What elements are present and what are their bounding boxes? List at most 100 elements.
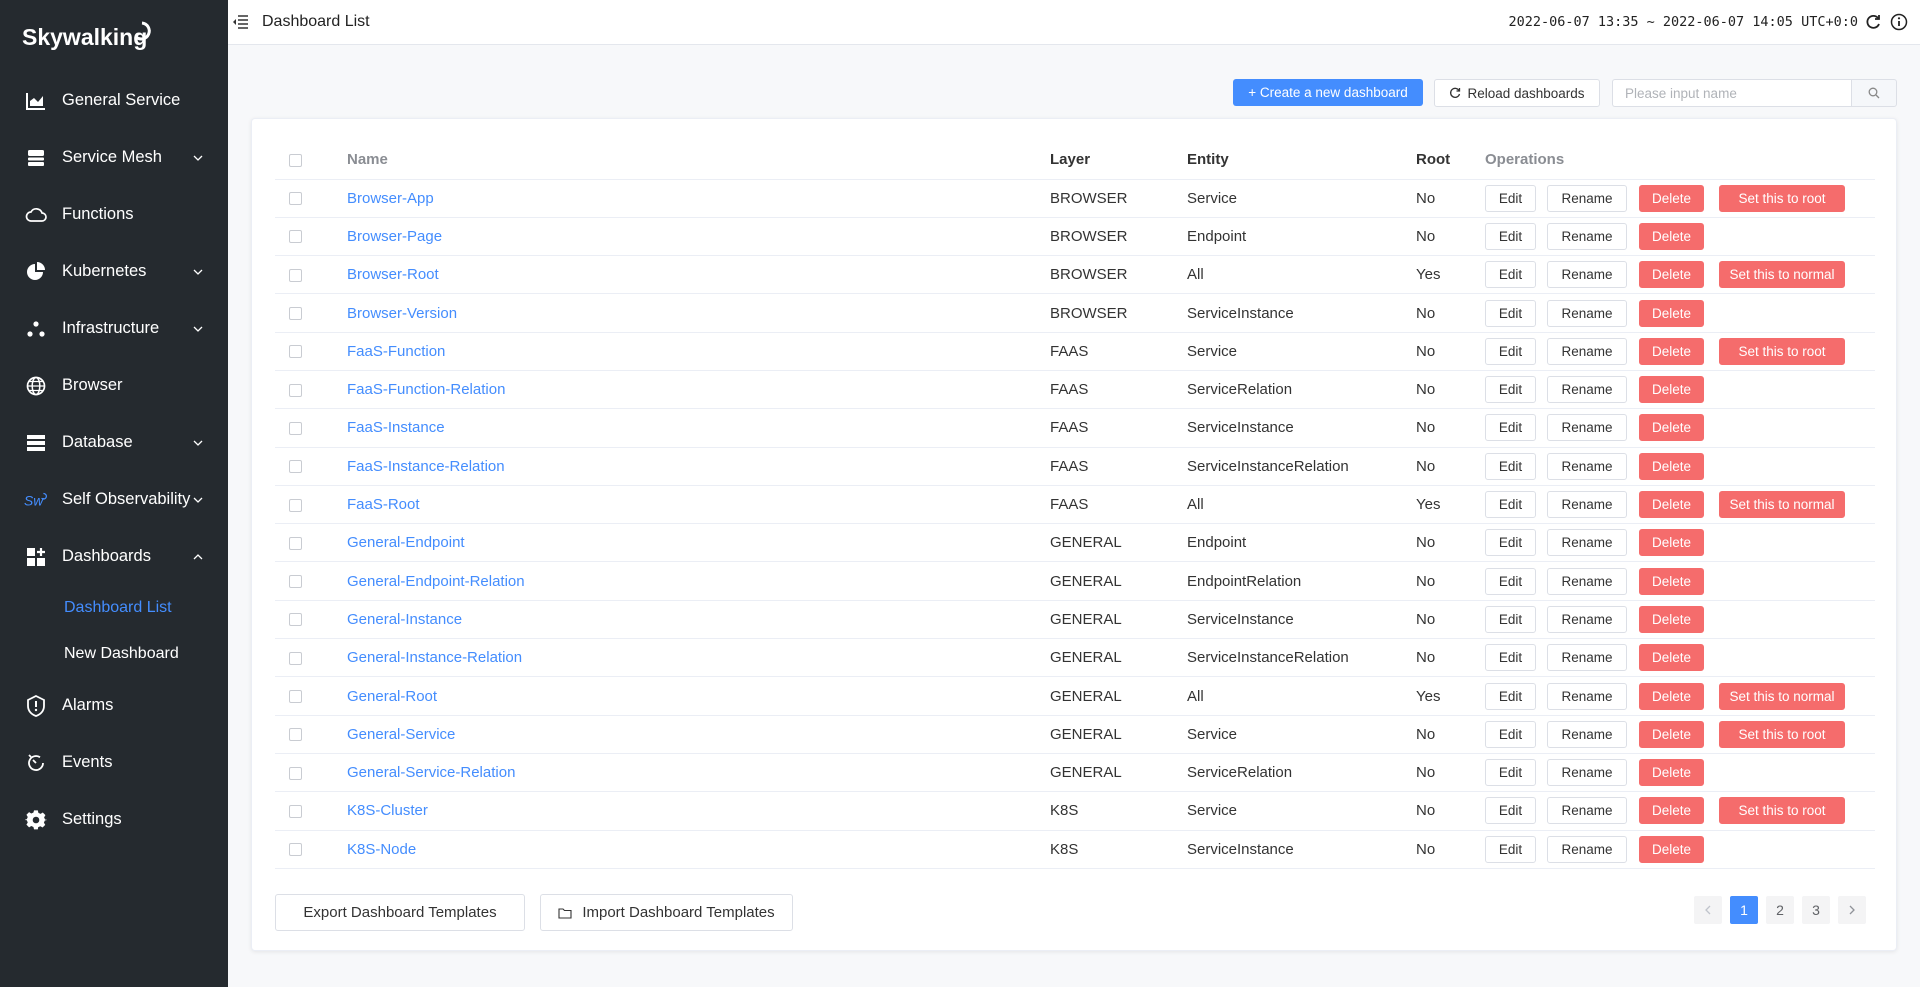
- rename-button[interactable]: Rename: [1547, 222, 1627, 250]
- sidebar-item-settings[interactable]: Settings: [0, 791, 228, 848]
- search-input[interactable]: [1612, 79, 1851, 107]
- rename-button[interactable]: Rename: [1547, 529, 1627, 557]
- sidebar-item-alarms[interactable]: Alarms: [0, 677, 228, 734]
- row-checkbox[interactable]: [289, 804, 302, 818]
- row-checkbox[interactable]: [289, 536, 302, 550]
- rename-button[interactable]: Rename: [1547, 376, 1627, 404]
- sidebar-subitem-dashboard-list[interactable]: Dashboard List: [0, 585, 228, 631]
- edit-button[interactable]: Edit: [1485, 529, 1536, 557]
- rename-button[interactable]: Rename: [1547, 337, 1627, 365]
- delete-button[interactable]: Delete: [1639, 605, 1704, 633]
- search-button[interactable]: [1851, 79, 1897, 107]
- rename-button[interactable]: Rename: [1547, 299, 1627, 327]
- dashboard-name-link[interactable]: FaaS-Function: [347, 343, 445, 360]
- refresh-icon[interactable]: [1864, 13, 1882, 31]
- sidebar-item-dashboards[interactable]: Dashboards: [0, 528, 228, 585]
- delete-button[interactable]: Delete: [1639, 376, 1704, 404]
- edit-button[interactable]: Edit: [1485, 644, 1536, 672]
- rename-button[interactable]: Rename: [1547, 452, 1627, 480]
- row-checkbox[interactable]: [289, 613, 302, 627]
- sidebar-item-events[interactable]: Events: [0, 734, 228, 791]
- set-normal-button[interactable]: Set this to normal: [1719, 682, 1845, 710]
- edit-button[interactable]: Edit: [1485, 414, 1536, 442]
- edit-button[interactable]: Edit: [1485, 184, 1536, 212]
- row-checkbox[interactable]: [289, 575, 302, 589]
- delete-button[interactable]: Delete: [1639, 184, 1704, 212]
- select-all-checkbox[interactable]: [289, 153, 302, 167]
- edit-button[interactable]: Edit: [1485, 720, 1536, 748]
- rename-button[interactable]: Rename: [1547, 682, 1627, 710]
- set-normal-button[interactable]: Set this to normal: [1719, 491, 1845, 519]
- delete-button[interactable]: Delete: [1639, 567, 1704, 595]
- prev-page-button[interactable]: [1694, 896, 1722, 924]
- dashboard-name-link[interactable]: General-Service-Relation: [347, 764, 515, 781]
- dashboard-name-link[interactable]: K8S-Node: [347, 841, 416, 858]
- delete-button[interactable]: Delete: [1639, 759, 1704, 787]
- row-checkbox[interactable]: [289, 345, 302, 359]
- delete-button[interactable]: Delete: [1639, 491, 1704, 519]
- delete-button[interactable]: Delete: [1639, 720, 1704, 748]
- set-root-button[interactable]: Set this to root: [1719, 720, 1845, 748]
- rename-button[interactable]: Rename: [1547, 835, 1627, 863]
- delete-button[interactable]: Delete: [1639, 835, 1704, 863]
- edit-button[interactable]: Edit: [1485, 222, 1536, 250]
- dashboard-name-link[interactable]: FaaS-Instance: [347, 419, 445, 436]
- row-checkbox[interactable]: [289, 728, 302, 742]
- delete-button[interactable]: Delete: [1639, 222, 1704, 250]
- collapse-menu-icon[interactable]: [232, 13, 250, 31]
- edit-button[interactable]: Edit: [1485, 835, 1536, 863]
- delete-button[interactable]: Delete: [1639, 682, 1704, 710]
- dashboard-name-link[interactable]: FaaS-Instance-Relation: [347, 458, 505, 475]
- sidebar-item-self-observability[interactable]: Sw Self Observability: [0, 471, 228, 528]
- page-3-button[interactable]: 3: [1802, 896, 1830, 924]
- delete-button[interactable]: Delete: [1639, 644, 1704, 672]
- dashboard-name-link[interactable]: Browser-Page: [347, 228, 442, 245]
- dashboard-name-link[interactable]: Browser-Version: [347, 305, 457, 322]
- sidebar-item-general-service[interactable]: General Service: [0, 72, 228, 129]
- info-icon[interactable]: [1890, 13, 1908, 31]
- sidebar-item-kubernetes[interactable]: Kubernetes: [0, 243, 228, 300]
- dashboard-name-link[interactable]: General-Endpoint-Relation: [347, 573, 525, 590]
- edit-button[interactable]: Edit: [1485, 797, 1536, 825]
- sidebar-subitem-new-dashboard[interactable]: New Dashboard: [0, 631, 228, 677]
- page-1-button[interactable]: 1: [1730, 896, 1758, 924]
- row-checkbox[interactable]: [289, 651, 302, 665]
- rename-button[interactable]: Rename: [1547, 759, 1627, 787]
- dashboard-name-link[interactable]: FaaS-Root: [347, 496, 420, 513]
- row-checkbox[interactable]: [289, 460, 302, 474]
- edit-button[interactable]: Edit: [1485, 376, 1536, 404]
- rename-button[interactable]: Rename: [1547, 605, 1627, 633]
- page-2-button[interactable]: 2: [1766, 896, 1794, 924]
- edit-button[interactable]: Edit: [1485, 682, 1536, 710]
- edit-button[interactable]: Edit: [1485, 491, 1536, 519]
- sidebar-item-service-mesh[interactable]: Service Mesh: [0, 129, 228, 186]
- edit-button[interactable]: Edit: [1485, 261, 1536, 289]
- delete-button[interactable]: Delete: [1639, 797, 1704, 825]
- edit-button[interactable]: Edit: [1485, 337, 1536, 365]
- delete-button[interactable]: Delete: [1639, 337, 1704, 365]
- dashboard-name-link[interactable]: Browser-Root: [347, 266, 439, 283]
- delete-button[interactable]: Delete: [1639, 261, 1704, 289]
- sidebar-item-database[interactable]: Database: [0, 414, 228, 471]
- rename-button[interactable]: Rename: [1547, 797, 1627, 825]
- sidebar-item-infrastructure[interactable]: Infrastructure: [0, 300, 228, 357]
- sidebar-item-browser[interactable]: Browser: [0, 357, 228, 414]
- dashboard-name-link[interactable]: General-Endpoint: [347, 534, 465, 551]
- rename-button[interactable]: Rename: [1547, 261, 1627, 289]
- delete-button[interactable]: Delete: [1639, 299, 1704, 327]
- rename-button[interactable]: Rename: [1547, 720, 1627, 748]
- dashboard-name-link[interactable]: FaaS-Function-Relation: [347, 381, 505, 398]
- row-checkbox[interactable]: [289, 690, 302, 704]
- dashboard-name-link[interactable]: General-Service: [347, 726, 455, 743]
- dashboard-name-link[interactable]: General-Instance: [347, 611, 462, 628]
- row-checkbox[interactable]: [289, 498, 302, 512]
- delete-button[interactable]: Delete: [1639, 414, 1704, 442]
- row-checkbox[interactable]: [289, 843, 302, 857]
- import-templates-button[interactable]: Import Dashboard Templates: [540, 894, 793, 931]
- sidebar-item-functions[interactable]: Functions: [0, 186, 228, 243]
- skywalking-logo[interactable]: Skywalking: [0, 0, 228, 72]
- dashboard-name-link[interactable]: K8S-Cluster: [347, 802, 428, 819]
- row-checkbox[interactable]: [289, 383, 302, 397]
- row-checkbox[interactable]: [289, 421, 302, 435]
- rename-button[interactable]: Rename: [1547, 184, 1627, 212]
